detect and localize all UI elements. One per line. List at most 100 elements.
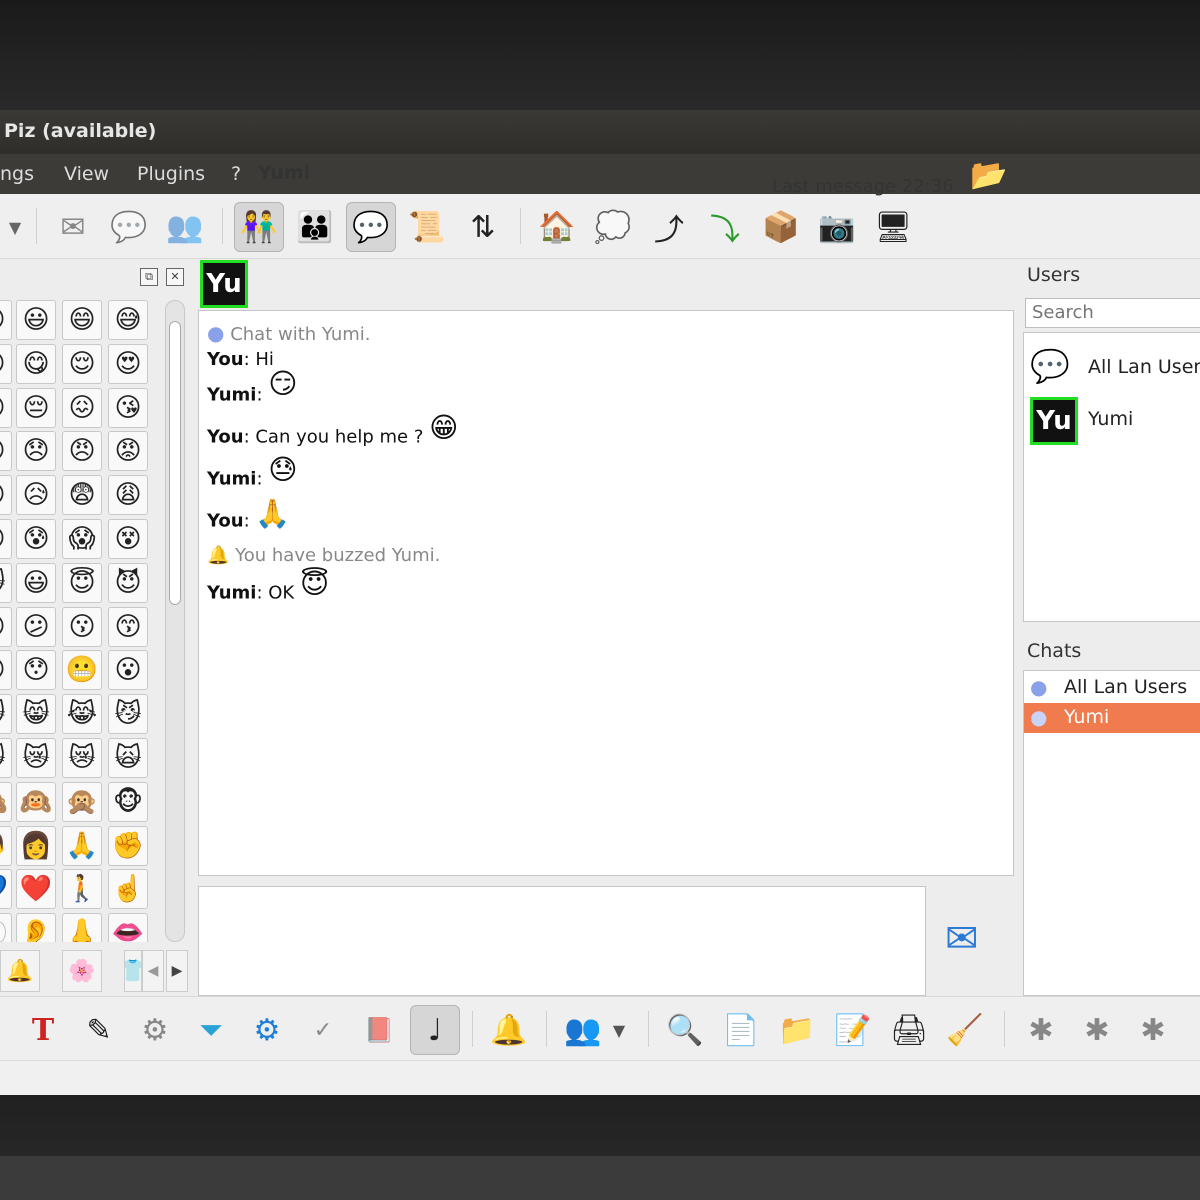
emoji-button[interactable]: 😼 xyxy=(0,738,12,778)
emoji-button[interactable]: 😅 xyxy=(108,300,148,340)
emoji-button[interactable]: 😟 xyxy=(0,431,12,472)
tab-scroll-left-icon[interactable]: ◀ xyxy=(142,950,164,992)
mail-icon[interactable]: ✉ xyxy=(48,202,98,252)
emoji-button[interactable]: 😋 xyxy=(16,343,56,384)
chat-icon[interactable]: 💬 xyxy=(346,202,396,252)
emoji-button[interactable]: 😕 xyxy=(16,606,56,647)
emoji-button[interactable]: ✊ xyxy=(108,825,148,866)
emoji-button[interactable]: 😊 xyxy=(0,343,12,384)
notes-icon[interactable]: 📝 xyxy=(828,1005,878,1055)
emoji-button[interactable]: 😰 xyxy=(0,519,12,559)
emoji-button[interactable]: 🐵 xyxy=(108,781,148,822)
emoji-button[interactable]: 🙏 xyxy=(62,825,102,866)
menu-view[interactable]: View xyxy=(64,163,109,185)
message-input[interactable] xyxy=(198,886,926,996)
user-search[interactable] xyxy=(1025,298,1200,328)
dictionary-icon[interactable]: 📕 xyxy=(354,1005,404,1055)
emoji-button[interactable]: 👀 xyxy=(0,913,12,942)
users-add-icon[interactable]: 👥 xyxy=(160,202,210,252)
upload-icon[interactable]: ⤴ xyxy=(644,202,694,252)
chat-item-yumi[interactable]: ● Yumi xyxy=(1024,703,1200,733)
emoji-button[interactable]: 😞 xyxy=(16,431,56,472)
emoji-button[interactable]: 😖 xyxy=(62,387,102,428)
emoji-button[interactable]: 🙉 xyxy=(16,781,56,822)
emoji-button[interactable]: 🙀 xyxy=(108,738,148,778)
emoji-button[interactable]: 😿 xyxy=(16,738,56,778)
emoji-button[interactable]: 😨 xyxy=(62,475,102,516)
chat-item-all-lan[interactable]: ● All Lan Users xyxy=(1024,673,1200,703)
emoji-button[interactable]: 😙 xyxy=(108,606,148,647)
invite-users-icon[interactable]: 👥 xyxy=(558,1005,608,1055)
style-icon[interactable]: ⚙ xyxy=(130,1005,180,1055)
emoji-button[interactable]: 😈 xyxy=(108,562,148,603)
dropdown-arrow-icon[interactable]: ▼ xyxy=(0,202,40,252)
emoji-button[interactable]: 🙊 xyxy=(62,781,102,822)
emoji-button[interactable]: 😼 xyxy=(108,694,148,735)
emoji-button[interactable]: ☝️ xyxy=(108,869,148,910)
emoji-button[interactable]: 👃 xyxy=(62,913,102,942)
emoji-button[interactable]: 😬 xyxy=(62,650,102,691)
emoji-button[interactable]: 😣 xyxy=(0,475,12,516)
emoji-button[interactable]: 😱 xyxy=(62,519,102,559)
emoji-button[interactable]: 😇 xyxy=(62,562,102,603)
chat-bubbles-icon[interactable]: 💬 xyxy=(104,202,154,252)
user-item-yumi[interactable]: Yu Yumi xyxy=(1024,395,1200,445)
script-icon[interactable]: 📜 xyxy=(402,202,452,252)
dropdown-arrow-icon[interactable]: ▼ xyxy=(604,1005,634,1055)
home-icon[interactable]: 🏠 xyxy=(532,202,582,252)
emoji-button[interactable]: 😀 xyxy=(0,300,12,340)
emoji-button[interactable]: 😿 xyxy=(62,738,102,778)
send-file-icon[interactable]: 📄 xyxy=(716,1005,766,1055)
emoji-button[interactable]: 😄 xyxy=(62,300,102,340)
dropbox-icon[interactable]: 📦 xyxy=(756,202,806,252)
emoji-button[interactable]: 😰 xyxy=(16,519,56,559)
emoji-button[interactable]: 😘 xyxy=(108,387,148,428)
emoji-button[interactable]: 😸 xyxy=(16,694,56,735)
send-message-icon[interactable]: ✉ xyxy=(945,916,979,962)
emoji-button[interactable]: 😵 xyxy=(108,519,148,559)
settings-gear-icon[interactable]: ⚙ xyxy=(242,1005,292,1055)
filter-icon[interactable]: ⏷ xyxy=(186,1005,236,1055)
emoji-button[interactable]: 😃 xyxy=(16,300,56,340)
emoji-button[interactable]: 😩 xyxy=(108,475,148,516)
clear-broom-icon[interactable]: 🧹 xyxy=(940,1005,990,1055)
speech-icon[interactable]: 💭 xyxy=(588,202,638,252)
transfer-icon[interactable]: ⇅ xyxy=(458,202,508,252)
open-folder-icon[interactable]: 📂 xyxy=(970,158,1007,193)
tool-c-icon[interactable]: ✱ xyxy=(1128,1005,1178,1055)
spellcheck-icon[interactable]: ✓ xyxy=(298,1005,348,1055)
emoji-button[interactable]: 😯 xyxy=(16,650,56,691)
close-panel-icon[interactable]: ✕ xyxy=(166,268,184,286)
emoji-button[interactable]: 😥 xyxy=(16,475,56,516)
emoji-button[interactable]: 😸 xyxy=(0,562,12,603)
tool-a-icon[interactable]: ✱ xyxy=(1016,1005,1066,1055)
emoji-button[interactable]: 👩 xyxy=(16,825,56,866)
emoji-button[interactable]: 😡 xyxy=(108,431,148,472)
print-icon[interactable]: 🖨 xyxy=(884,1005,934,1055)
font-icon[interactable]: T xyxy=(18,1005,68,1055)
download-icon[interactable]: ⤵ xyxy=(700,202,750,252)
emoji-button[interactable]: 😺 xyxy=(0,694,12,735)
emoji-button[interactable]: 👂 xyxy=(16,913,56,942)
menu-plugins[interactable]: Plugins xyxy=(137,163,205,185)
group-icon[interactable]: 👪 xyxy=(290,202,340,252)
emoji-button[interactable]: 😶 xyxy=(0,650,12,691)
send-folder-icon[interactable]: 📁 xyxy=(772,1005,822,1055)
tool-b-icon[interactable]: ✱ xyxy=(1072,1005,1122,1055)
menu-settings[interactable]: ngs xyxy=(0,163,34,185)
music-note-icon[interactable]: ♩ xyxy=(410,1005,460,1055)
emoji-tab-more[interactable]: 👕 xyxy=(124,950,142,992)
emoji-scrollbar[interactable] xyxy=(165,300,185,942)
monitor-icon[interactable]: 🖥 xyxy=(868,202,918,252)
emoji-button[interactable]: 😗 xyxy=(62,606,102,647)
emoji-button[interactable]: 👨 xyxy=(0,825,12,866)
search-icon[interactable]: 🔍 xyxy=(660,1005,710,1055)
scrollbar-thumb[interactable] xyxy=(169,321,181,605)
webcam-icon[interactable]: 📷 xyxy=(812,202,862,252)
float-panel-icon[interactable]: ⧉ xyxy=(140,268,158,286)
emoji-button[interactable]: 😐 xyxy=(0,606,12,647)
emoji-tab-bell[interactable]: 🔔 xyxy=(0,950,40,992)
user-item-all-lan[interactable]: 💬 All Lan Users xyxy=(1024,343,1200,393)
tab-scroll-right-icon[interactable]: ▶ xyxy=(166,950,188,992)
menu-help[interactable]: ? xyxy=(231,163,241,185)
